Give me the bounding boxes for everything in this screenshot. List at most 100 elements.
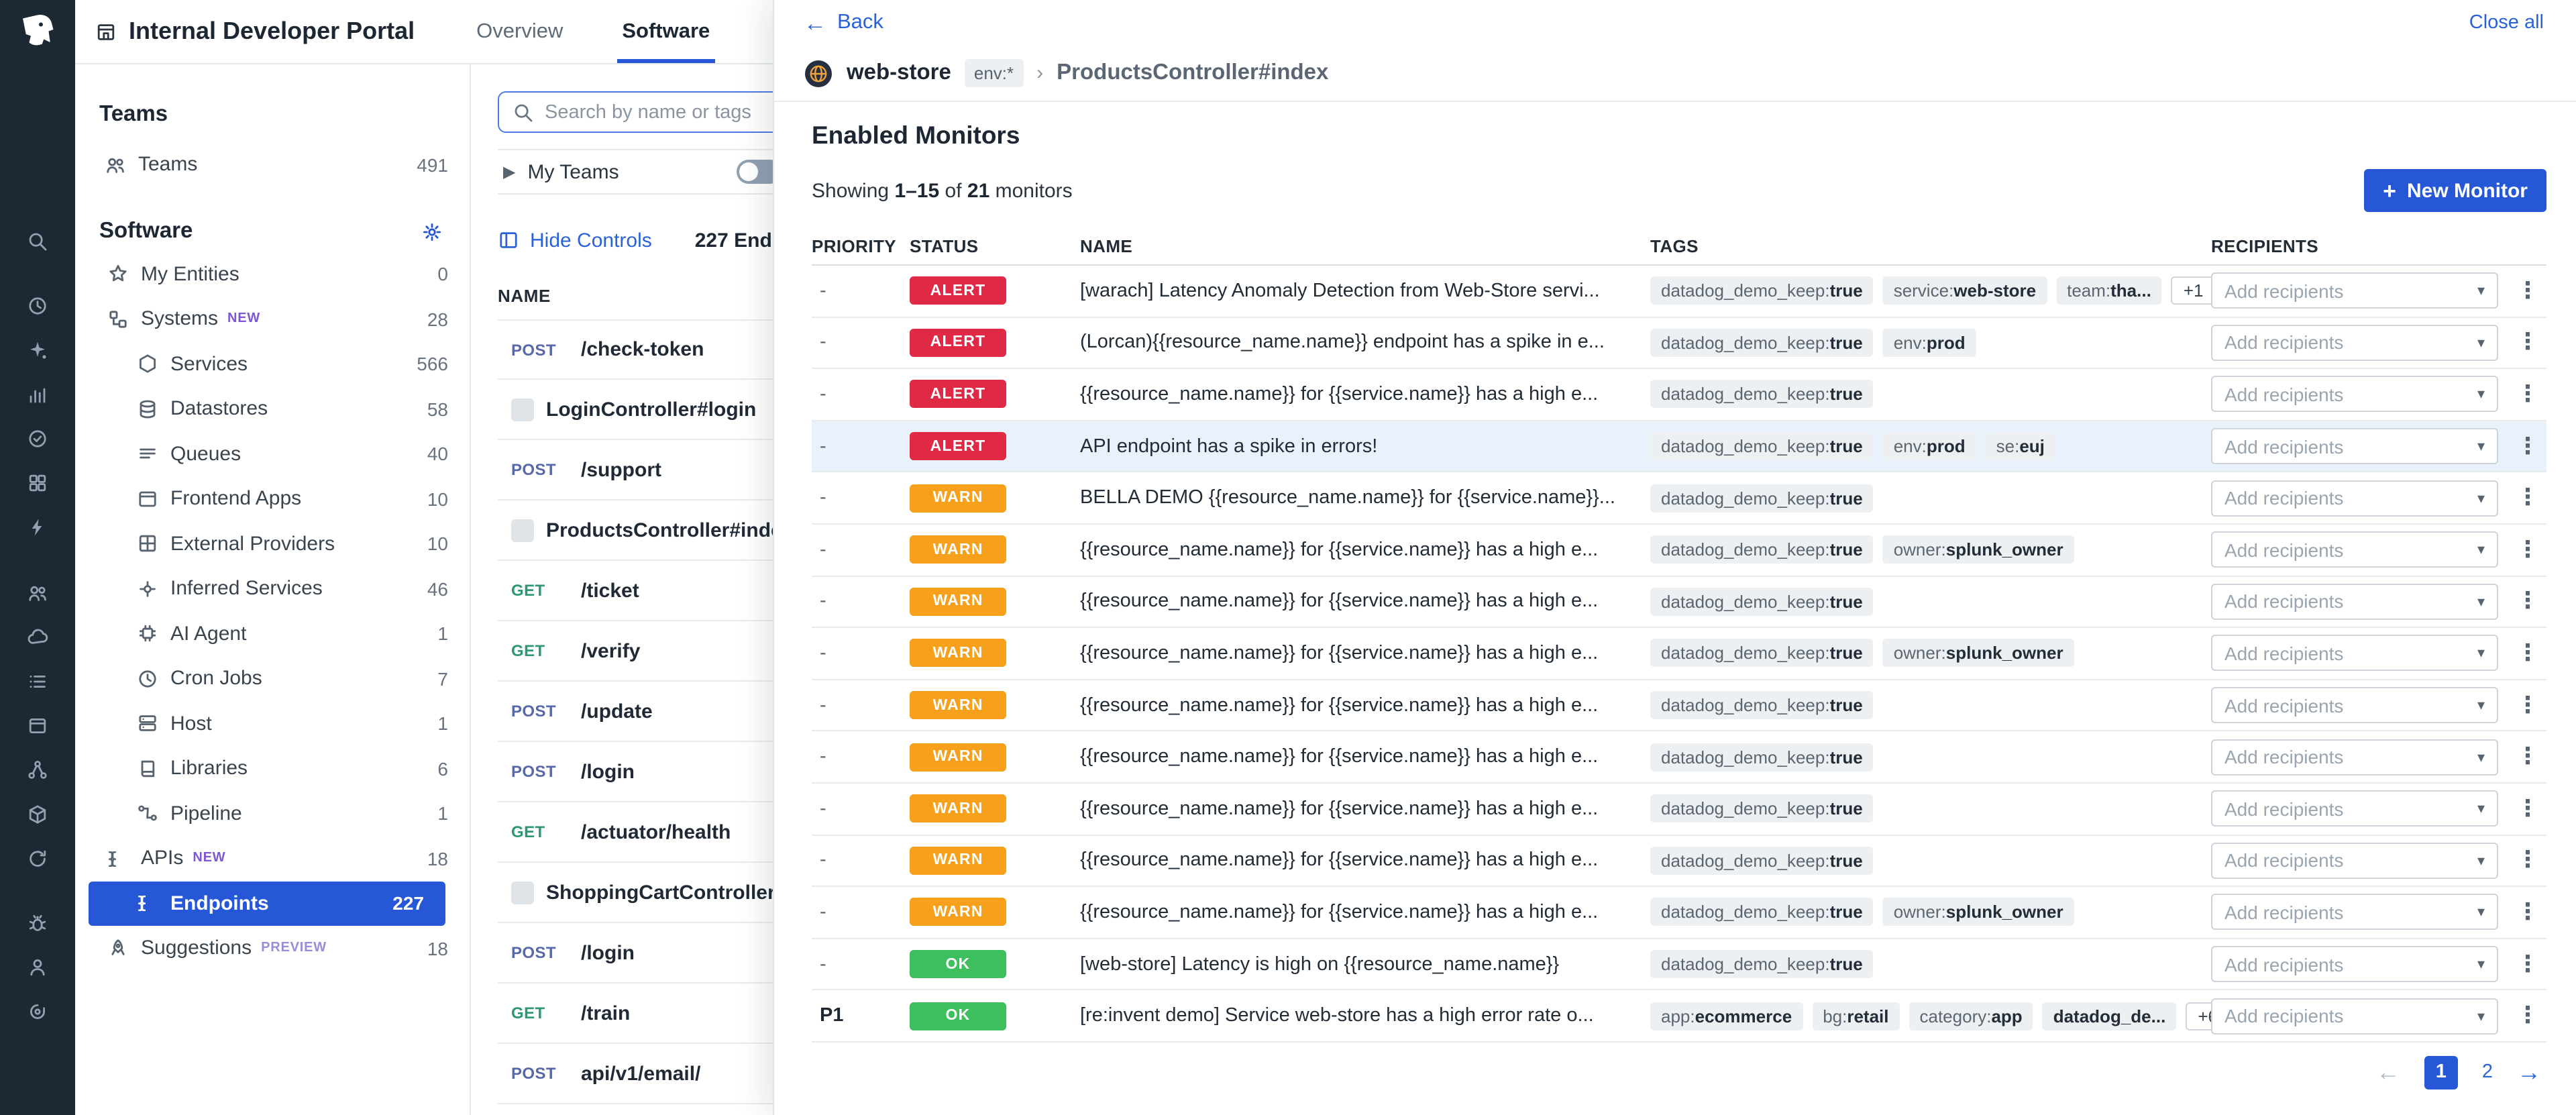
sidebar-item-systems[interactable]: SystemsNEW28 <box>75 297 470 341</box>
rail-history-button[interactable] <box>15 288 60 323</box>
monitor-name-link[interactable]: {{resource_name.name}} for {{service.nam… <box>1080 591 1650 613</box>
sidebar-item-cron-jobs[interactable]: Cron Jobs7 <box>75 656 470 701</box>
rail-people-button[interactable] <box>15 575 60 610</box>
recipients-select[interactable]: Add recipients▾ <box>2211 998 2498 1034</box>
tag-chip[interactable]: datadog_demo_keep:true <box>1650 950 1874 978</box>
recipients-select[interactable]: Add recipients▾ <box>2211 843 2498 879</box>
page-number-1[interactable]: 1 <box>2424 1056 2458 1090</box>
page-number-2[interactable]: 2 <box>2482 1062 2493 1083</box>
kebab-menu[interactable]: ⋮ <box>2508 951 2548 977</box>
endpoint-row[interactable]: GET/verify <box>498 621 782 682</box>
monitor-row[interactable]: -WARNBELLA DEMO {{resource_name.name}} f… <box>812 473 2546 525</box>
rail-metrics-button[interactable] <box>15 377 60 412</box>
sidebar-item-services[interactable]: Services566 <box>75 341 470 386</box>
tag-chip[interactable]: datadog_demo_keep:true <box>1650 536 1874 564</box>
endpoint-row[interactable]: POST/login <box>498 923 782 984</box>
monitor-row[interactable]: -WARN{{resource_name.name}} for {{servic… <box>812 680 2546 732</box>
kebab-menu[interactable]: ⋮ <box>2508 278 2548 305</box>
tab-overview[interactable]: Overview <box>476 0 563 63</box>
endpoint-row[interactable]: GET/ticket <box>498 561 782 621</box>
monitor-name-link[interactable]: [warach] Latency Anomaly Detection from … <box>1080 280 1650 302</box>
monitor-name-link[interactable]: (Lorcan){{resource_name.name}} endpoint … <box>1080 332 1650 354</box>
endpoint-row[interactable]: GET/train <box>498 984 782 1044</box>
kebab-menu[interactable]: ⋮ <box>2508 433 2548 460</box>
breadcrumb-service[interactable]: web-store <box>847 60 951 86</box>
kebab-menu[interactable]: ⋮ <box>2508 795 2548 822</box>
recipients-select[interactable]: Add recipients▾ <box>2211 584 2498 620</box>
kebab-menu[interactable]: ⋮ <box>2508 1002 2548 1029</box>
rail-workflows-button[interactable] <box>15 994 60 1029</box>
rail-packages-button[interactable] <box>15 796 60 831</box>
rail-serverless-button[interactable] <box>15 619 60 654</box>
tag-chip[interactable]: app:ecommerce <box>1650 1002 1803 1030</box>
sidebar-item-libraries[interactable]: Libraries6 <box>75 746 470 791</box>
sidebar-item-frontend-apps[interactable]: Frontend Apps10 <box>75 476 470 521</box>
tag-chip[interactable]: datadog_demo_keep:true <box>1650 484 1874 512</box>
monitor-name-link[interactable]: {{resource_name.name}} for {{service.nam… <box>1080 746 1650 767</box>
rail-ci-button[interactable] <box>15 841 60 875</box>
endpoint-row[interactable]: ShoppingCartController#index <box>498 863 782 923</box>
tag-chip[interactable]: datadog_demo_keep:true <box>1650 639 1874 668</box>
recipients-select[interactable]: Add recipients▾ <box>2211 739 2498 775</box>
endpoint-row[interactable]: LoginController#login <box>498 380 782 440</box>
tag-chip[interactable]: datadog_demo_keep:true <box>1650 691 1874 719</box>
tag-chip[interactable]: datadog_demo_keep:true <box>1650 380 1874 409</box>
sidebar-item-queues[interactable]: Queues40 <box>75 431 470 476</box>
kebab-menu[interactable]: ⋮ <box>2508 537 2548 564</box>
monitor-row[interactable]: P1OK[re:invent demo] Service web-store h… <box>812 991 2546 1043</box>
new-monitor-button[interactable]: + New Monitor <box>2364 169 2546 212</box>
recipients-select[interactable]: Add recipients▾ <box>2211 635 2498 672</box>
monitor-row[interactable]: -ALERT(Lorcan){{resource_name.name}} end… <box>812 317 2546 369</box>
sidebar-item-ai-agent[interactable]: AI Agent1 <box>75 611 470 656</box>
recipients-select[interactable]: Add recipients▾ <box>2211 790 2498 827</box>
prev-page-arrow-icon[interactable]: ← <box>2376 1059 2400 1087</box>
gear-icon[interactable] <box>421 221 443 242</box>
monitor-name-link[interactable]: [re:invent demo] Service web-store has a… <box>1080 1005 1650 1026</box>
tag-chip[interactable]: env:prod <box>1883 432 1976 460</box>
rail-sparkles-button[interactable] <box>15 333 60 368</box>
tag-chip[interactable]: owner:splunk_owner <box>1883 898 2074 926</box>
monitor-name-link[interactable]: {{resource_name.name}} for {{service.nam… <box>1080 850 1650 871</box>
rail-servicemap-button[interactable] <box>15 752 60 787</box>
monitor-row[interactable]: -WARN{{resource_name.name}} for {{servic… <box>812 835 2546 887</box>
datadog-logo-icon[interactable] <box>17 11 58 58</box>
tag-chip[interactable]: owner:splunk_owner <box>1883 536 2074 564</box>
recipients-select[interactable]: Add recipients▾ <box>2211 687 2498 723</box>
kebab-menu[interactable]: ⋮ <box>2508 692 2548 719</box>
recipients-select[interactable]: Add recipients▾ <box>2211 325 2498 361</box>
rail-bug-button[interactable] <box>15 906 60 941</box>
tag-chip[interactable]: datadog_demo_keep:true <box>1650 898 1874 926</box>
more-tags-chip[interactable]: +1 <box>2171 277 2211 305</box>
tag-chip[interactable]: bg:retail <box>1812 1002 1899 1030</box>
tag-chip[interactable]: service:web-store <box>1883 277 2047 305</box>
monitor-row[interactable]: -WARN{{resource_name.name}} for {{servic… <box>812 525 2546 576</box>
back-button[interactable]: ← Back <box>804 11 883 35</box>
kebab-menu[interactable]: ⋮ <box>2508 588 2548 615</box>
kebab-menu[interactable]: ⋮ <box>2508 899 2548 926</box>
kebab-menu[interactable]: ⋮ <box>2508 743 2548 770</box>
recipients-select[interactable]: Add recipients▾ <box>2211 428 2498 464</box>
kebab-menu[interactable]: ⋮ <box>2508 640 2548 667</box>
recipients-select[interactable]: Add recipients▾ <box>2211 946 2498 982</box>
tag-chip[interactable]: datadog_demo_keep:true <box>1650 743 1874 771</box>
tag-chip[interactable]: datadog_demo_keep:true <box>1650 432 1874 460</box>
tag-chip[interactable]: datadog_demo_keep:true <box>1650 794 1874 822</box>
recipients-select[interactable]: Add recipients▾ <box>2211 480 2498 516</box>
tag-chip[interactable]: se:euj <box>1986 432 2055 460</box>
tag-chip[interactable]: category:app <box>1909 1002 2033 1030</box>
rail-logs-button[interactable] <box>15 663 60 698</box>
rail-rum-button[interactable] <box>15 950 60 985</box>
rail-apm-button[interactable] <box>15 510 60 545</box>
recipients-select[interactable]: Add recipients▾ <box>2211 894 2498 931</box>
hide-controls-button[interactable]: Hide Controls <box>498 229 652 252</box>
monitor-name-link[interactable]: {{resource_name.name}} for {{service.nam… <box>1080 798 1650 819</box>
monitor-row[interactable]: -WARN{{resource_name.name}} for {{servic… <box>812 732 2546 784</box>
endpoint-row[interactable]: POST/login <box>498 742 782 802</box>
close-all-button[interactable]: Close all <box>2469 12 2544 34</box>
endpoint-row[interactable]: POST/check-token <box>498 319 782 380</box>
endpoint-row[interactable]: POSTapi/v1/email/ <box>498 1044 782 1104</box>
monitor-name-link[interactable]: {{resource_name.name}} for {{service.nam… <box>1080 902 1650 923</box>
sidebar-item-suggestions[interactable]: SuggestionsPREVIEW18 <box>75 926 470 971</box>
tag-chip[interactable]: datadog_de... <box>2043 1002 2177 1030</box>
monitor-name-link[interactable]: {{resource_name.name}} for {{service.nam… <box>1080 539 1650 561</box>
